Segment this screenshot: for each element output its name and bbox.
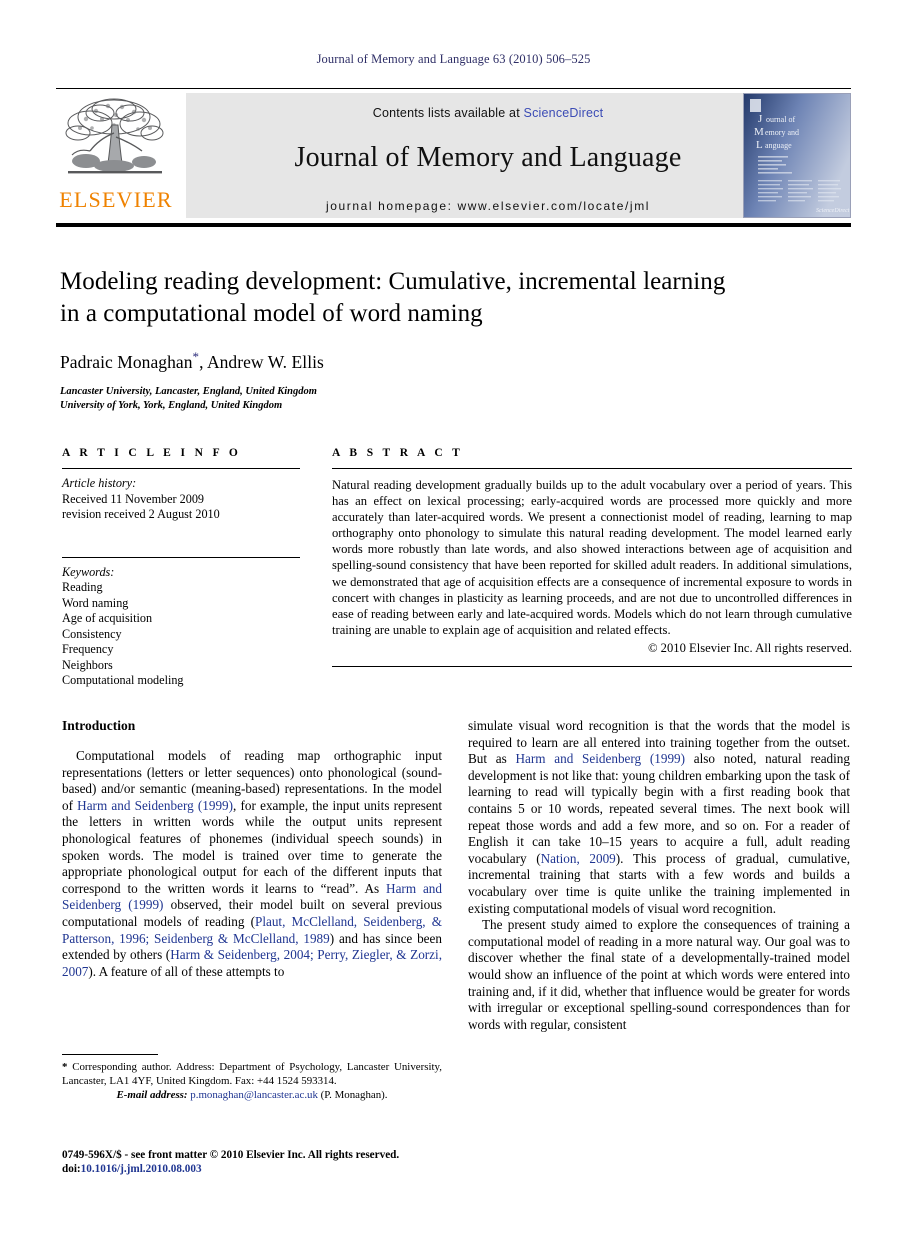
abstract-bottom-rule [332, 665, 852, 667]
paper-title-line-2: in a computational model of word naming [60, 300, 483, 327]
affiliation-list: Lancaster University, Lancaster, England… [60, 385, 850, 413]
footnote-text: Corresponding author. Address: Departmen… [62, 1061, 442, 1087]
svg-text:anguage: anguage [765, 141, 792, 150]
keyword-item: Word naming [62, 595, 129, 610]
article-info-heading: A R T I C L E I N F O [62, 447, 242, 459]
author-primary: Padraic Monaghan [60, 351, 193, 372]
article-history-label: Article history: [62, 476, 137, 490]
masthead-body: ELSEVIER Contents lists available at Sci… [56, 93, 851, 218]
keyword-item: Neighbors [62, 657, 113, 672]
contents-prefix-text: Contents lists available at [372, 106, 524, 120]
masthead-gray-band: Contents lists available at ScienceDirec… [186, 93, 790, 218]
journal-masthead: ELSEVIER Contents lists available at Sci… [56, 88, 851, 227]
keywords-block: Keywords: Reading Word naming Age of acq… [62, 565, 300, 689]
doi-label: doi: [62, 1163, 81, 1175]
elsevier-wordmark: ELSEVIER [59, 187, 173, 212]
citation-link[interactable]: Nation, 2009 [541, 851, 616, 866]
running-head: Journal of Memory and Language 63 (2010)… [316, 52, 591, 66]
email-suffix: (P. Monaghan). [317, 1089, 388, 1102]
svg-text:M: M [754, 126, 764, 138]
citation-link[interactable]: Harm and Seidenberg (1999) [77, 798, 233, 813]
footnote-rule [62, 1054, 158, 1055]
imprint-block: 0749-596X/$ - see front matter © 2010 El… [62, 1148, 462, 1176]
title-block: Modeling reading development: Cumulative… [60, 266, 850, 413]
keywords-rule [62, 556, 300, 558]
paragraph-left-1: Computational models of reading map orth… [62, 748, 442, 980]
svg-text:L: L [756, 139, 763, 151]
journal-cover-thumbnail: Journal of Memory and Language ScienceDi… [743, 93, 851, 218]
article-history-item: Received 11 November 2009 [62, 491, 205, 506]
affiliation-item: Lancaster University, Lancaster, England… [60, 385, 317, 397]
author-list: Padraic Monaghan*, Andrew W. Ellis [60, 349, 850, 373]
abstract-rule [332, 468, 852, 469]
masthead-top-rule [56, 88, 851, 89]
doi-line: doi:10.1016/j.jml.2010.08.003 [62, 1162, 462, 1176]
sciencedirect-link[interactable]: ScienceDirect [524, 106, 604, 120]
citation-link[interactable]: Harm and Seidenberg (1999) [516, 751, 686, 766]
journal-title: Journal of Memory and Language [294, 142, 682, 173]
abstract-heading: A B S T R A C T [332, 447, 464, 459]
paragraph-right-2: The present study aimed to explore the c… [468, 917, 850, 1032]
footnote-block: * Corresponding author. Address: Departm… [62, 1054, 442, 1103]
elsevier-tree-icon: ELSEVIER [56, 93, 174, 218]
article-info-rule [62, 468, 300, 469]
keyword-item: Consistency [62, 626, 122, 641]
paragraph-right-1: simulate visual word recognition is that… [468, 718, 850, 917]
contents-available-line: Contents lists available at ScienceDirec… [186, 93, 790, 120]
article-info-section: A R T I C L E I N F O Article history: R… [62, 447, 300, 689]
svg-text:ournal of: ournal of [766, 115, 795, 124]
body-column-right: simulate visual word recognition is that… [468, 718, 850, 1033]
paper-title-line-1: Modeling reading development: Cumulative… [60, 268, 726, 295]
body-column-left: Introduction Computational models of rea… [62, 718, 442, 980]
journal-homepage-link[interactable]: journal homepage: www.elsevier.com/locat… [186, 199, 790, 213]
svg-text:ScienceDirect: ScienceDirect [816, 208, 850, 214]
affiliation-item: University of York, York, England, Unite… [60, 399, 283, 411]
author-secondary: , Andrew W. Ellis [199, 351, 324, 372]
masthead-bottom-rule [56, 223, 851, 227]
svg-text:emory and: emory and [765, 128, 799, 137]
abstract-text: Natural reading development gradually bu… [332, 478, 852, 637]
imprint-line: 0749-596X/$ - see front matter © 2010 El… [62, 1149, 400, 1161]
keyword-item: Computational modeling [62, 673, 184, 687]
keyword-item: Frequency [62, 642, 114, 656]
abstract-section: A B S T R A C T Natural reading developm… [332, 447, 852, 667]
section-heading-introduction: Introduction [62, 718, 136, 733]
email-footnote: E-mail address: p.monaghan@lancaster.ac.… [62, 1089, 442, 1103]
article-history-item: revision received 2 August 2010 [62, 507, 220, 521]
doi-link[interactable]: 10.1016/j.jml.2010.08.003 [81, 1163, 202, 1175]
page-title: Modeling reading development: Cumulative… [60, 266, 850, 330]
keyword-item: Reading [62, 580, 103, 594]
keyword-item: Age of acquisition [62, 611, 153, 625]
paper-page: Journal of Memory and Language 63 (2010)… [0, 0, 907, 1238]
email-label: E-mail address: [116, 1089, 188, 1102]
keywords-label: Keywords: [62, 564, 115, 579]
email-address-link[interactable]: p.monaghan@lancaster.ac.uk [190, 1089, 318, 1101]
abstract-copyright: © 2010 Elsevier Inc. All rights reserved… [647, 640, 852, 655]
svg-text:J: J [758, 113, 763, 125]
para-text: ). A feature of all of these attempts to [88, 963, 285, 979]
para-text: also noted, natural reading development … [468, 751, 850, 866]
corresponding-author-footnote: * Corresponding author. Address: Departm… [62, 1061, 442, 1088]
article-history-block: Article history: Received 11 November 20… [62, 476, 300, 523]
